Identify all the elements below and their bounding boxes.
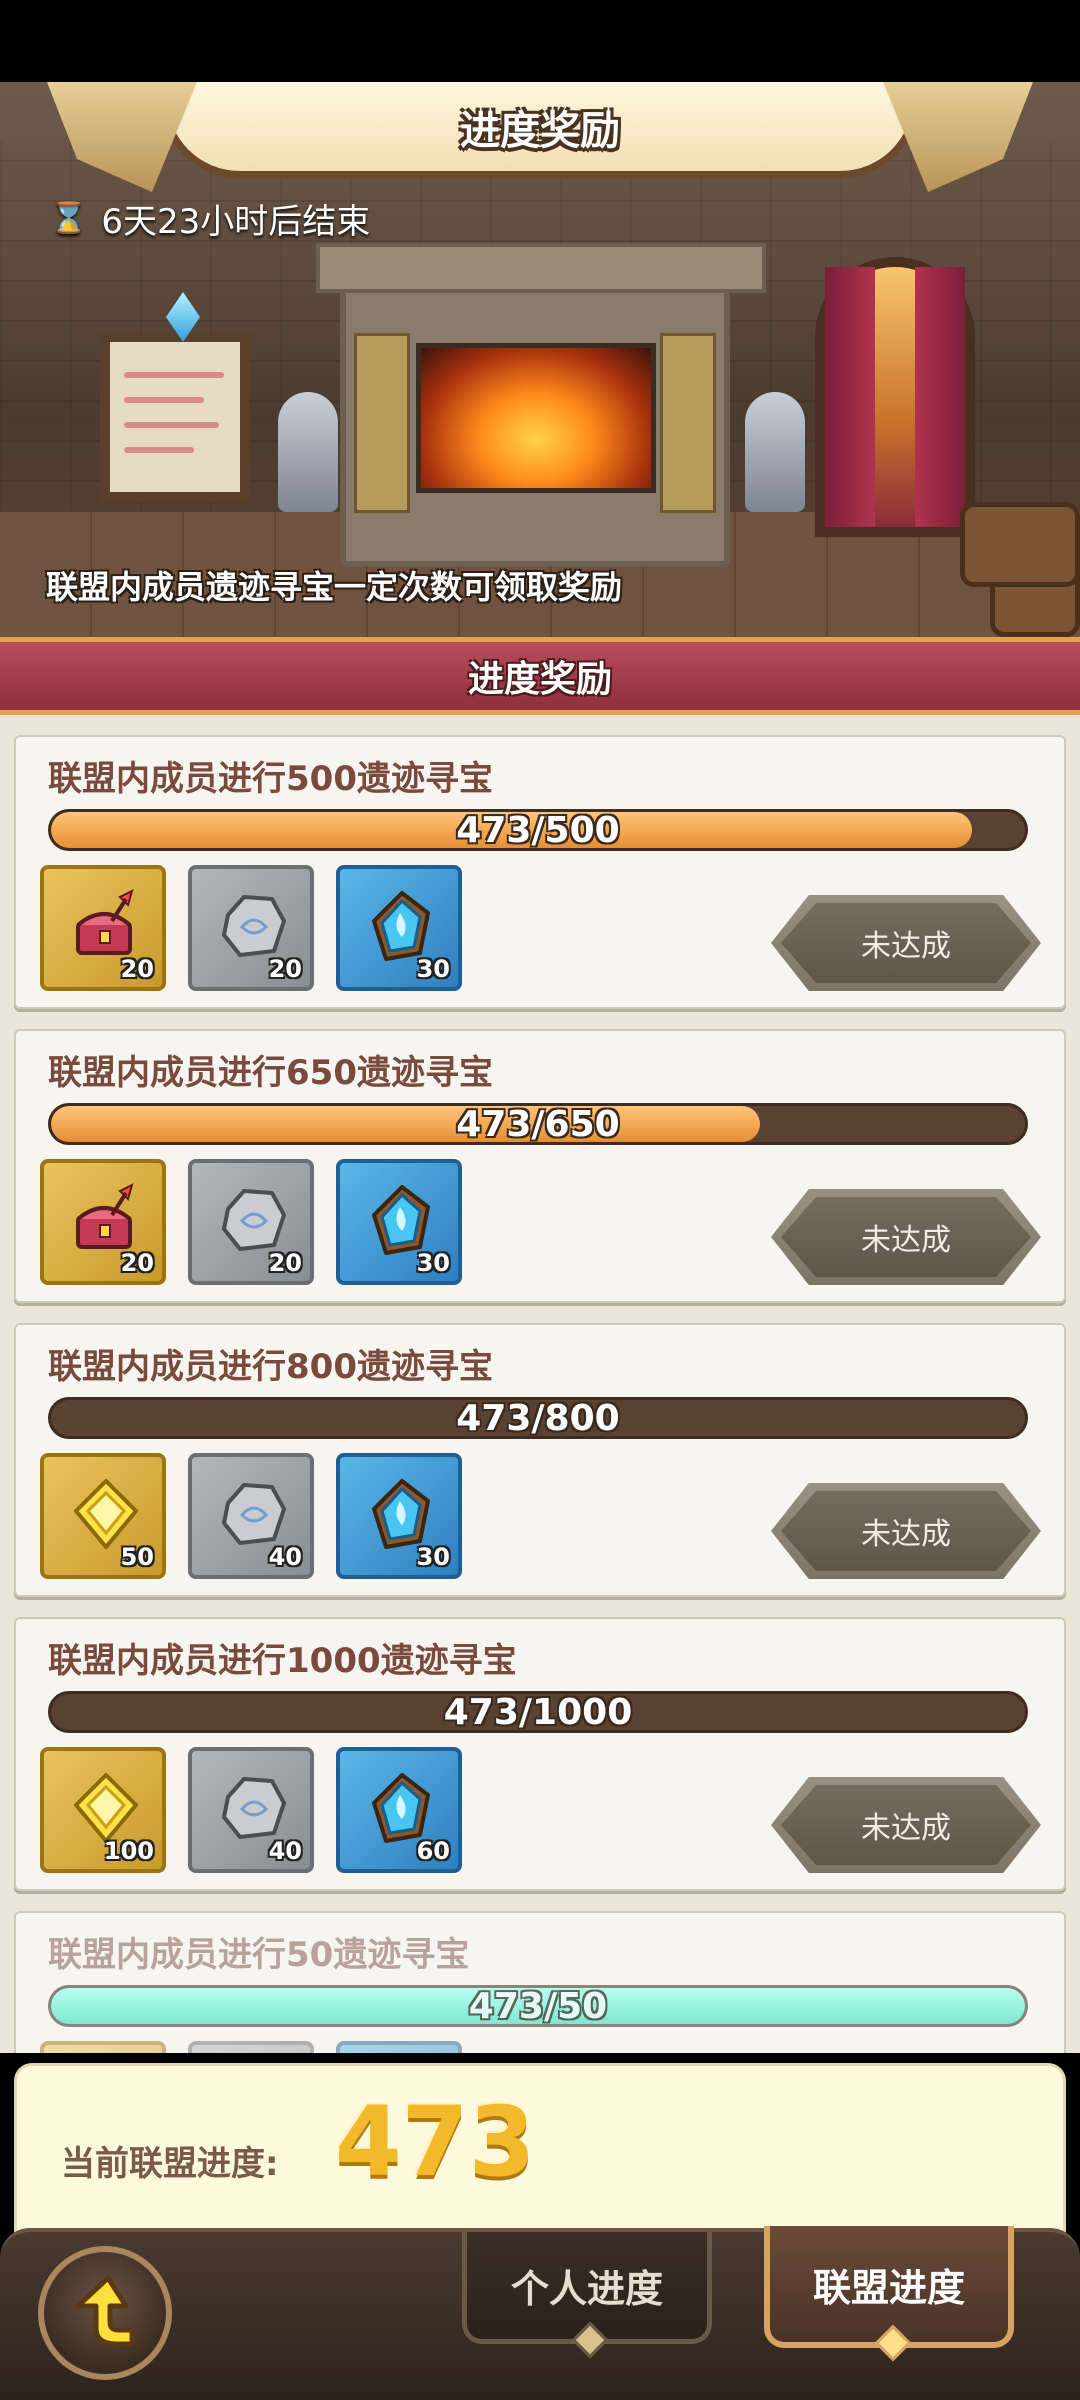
reward-count: 30: [416, 955, 450, 983]
reward-count: 20: [268, 955, 302, 983]
reward-item[interactable]: 20: [188, 1159, 314, 1285]
reward-list[interactable]: 联盟内成员进行500遗迹寻宝 473/500 20 20 30 未达成 联盟内成员进行650…: [0, 715, 1080, 2053]
progress-text: 473/500: [456, 809, 620, 851]
progress-text: 473/650: [456, 1103, 620, 1145]
reward-card: 联盟内成员进行50遗迹寻宝 473/50: [14, 1911, 1066, 2053]
noticeboard-art: [100, 292, 250, 502]
reward-card: 联盟内成员进行500遗迹寻宝 473/500 20 20 30 未达成: [14, 735, 1066, 1009]
alliance-progress-summary: 当前联盟进度: 473: [14, 2063, 1066, 2233]
progress-bar: 473/1000: [48, 1691, 1028, 1733]
pillar: [660, 333, 716, 513]
task-title: 联盟内成员进行650遗迹寻宝: [48, 1053, 493, 1093]
tab-label: 个人进度: [510, 2267, 663, 2311]
reward-item[interactable]: 30: [336, 1453, 462, 1579]
fire: [416, 343, 656, 493]
reward-count: 20: [268, 1249, 302, 1277]
reward-count: 30: [416, 1543, 450, 1571]
task-title: 联盟内成员进行800遗迹寻宝: [48, 1347, 493, 1387]
claim-status-button[interactable]: 未达成: [771, 895, 1041, 991]
fireplace-art: [316, 243, 766, 567]
claim-status-button[interactable]: 未达成: [771, 1483, 1041, 1579]
tab-personal-progress[interactable]: 个人进度: [462, 2232, 712, 2359]
reward-count: 40: [268, 1837, 302, 1865]
claim-status-button[interactable]: 未达成: [771, 1189, 1041, 1285]
reward-item[interactable]: 50: [40, 1453, 166, 1579]
status-label: 未达成: [861, 1517, 951, 1552]
section-title: 进度奖励: [467, 659, 612, 700]
progress-bar: 473/800: [48, 1397, 1028, 1439]
reward-item[interactable]: 20: [40, 1159, 166, 1285]
reward-item[interactable]: 20: [188, 865, 314, 991]
reward-card: 联盟内成员进行800遗迹寻宝 473/800 50 40 30 未达成: [14, 1323, 1066, 1597]
summary-label: 当前联盟进度:: [61, 2144, 279, 2184]
status-label: 未达成: [861, 1223, 951, 1258]
reward-item[interactable]: 100: [40, 1747, 166, 1873]
tab-label: 联盟进度: [812, 2265, 965, 2310]
reward-item[interactable]: 20: [40, 865, 166, 991]
status-label: 未达成: [861, 1811, 951, 1846]
back-button[interactable]: [38, 2246, 172, 2380]
notice-line: [124, 422, 219, 428]
progress-text: 473/1000: [443, 1691, 633, 1733]
progress-text: 473/800: [456, 1397, 620, 1439]
reward-count: 20: [120, 955, 154, 983]
reward-count: 30: [416, 1249, 450, 1277]
reward-item[interactable]: [40, 2041, 166, 2053]
claim-status-button[interactable]: 未达成: [771, 1777, 1041, 1873]
status-label: 未达成: [861, 929, 951, 964]
event-timer: ⌛ 6天23小时后结束: [50, 194, 370, 243]
page-title: 进度奖励: [460, 107, 620, 154]
reward-item[interactable]: 30: [336, 865, 462, 991]
timer-text: 6天23小时后结束: [101, 202, 371, 242]
knight-armor-art: [745, 392, 805, 512]
pillar: [354, 333, 410, 513]
reward-card: 联盟内成员进行1000遗迹寻宝 473/1000 100 40 60 未达成: [14, 1617, 1066, 1891]
reward-item[interactable]: [188, 2041, 314, 2053]
reward-count: 100: [103, 1837, 154, 1865]
reward-item[interactable]: 40: [188, 1747, 314, 1873]
notice-line: [124, 397, 204, 403]
tab-gem-icon: [571, 2321, 609, 2359]
task-title: 联盟内成员进行1000遗迹寻宝: [48, 1641, 517, 1681]
reward-item[interactable]: 60: [336, 1747, 462, 1873]
section-header: 进度奖励: [0, 637, 1080, 715]
reward-count: 50: [120, 1543, 154, 1571]
banner-header: 进度奖励: [47, 82, 920, 192]
curtain: [915, 267, 965, 527]
reward-count: 40: [268, 1543, 302, 1571]
status-bar: [0, 0, 1080, 82]
tab-alliance-progress[interactable]: 联盟进度: [764, 2226, 1014, 2362]
reward-card: 联盟内成员进行650遗迹寻宝 473/650 20 20 30 未达成: [14, 1029, 1066, 1303]
progress-text: 473/50: [468, 1985, 608, 2027]
footer-nav: 个人进度 联盟进度: [0, 2226, 1080, 2400]
progress-bar: 473/500: [48, 809, 1028, 851]
banner: 进度奖励 ⌛ 6天23小时后结束 联盟内成员遗迹寻宝一定次数可领取奖励: [0, 82, 1080, 637]
reward-item[interactable]: 30: [336, 1159, 462, 1285]
reward-item[interactable]: [336, 2041, 462, 2053]
tab-gem-icon: [874, 2324, 912, 2362]
progress-bar: 473/50: [48, 1985, 1028, 2027]
banner-description: 联盟内成员遗迹寻宝一定次数可领取奖励: [46, 568, 623, 606]
mantel: [316, 243, 766, 293]
knight-armor-art: [278, 392, 338, 512]
task-title: 联盟内成员进行50遗迹寻宝: [48, 1935, 470, 1975]
reward-item[interactable]: 40: [188, 1453, 314, 1579]
reward-count: 60: [416, 1837, 450, 1865]
curtain: [825, 267, 875, 527]
notice-line: [124, 372, 224, 378]
back-arrow-icon: [75, 2275, 135, 2347]
hourglass-icon: ⌛: [50, 201, 88, 236]
barrel-art: [960, 502, 1080, 587]
summary-value: 473: [335, 2086, 536, 2198]
notice-line: [124, 447, 194, 453]
task-title: 联盟内成员进行500遗迹寻宝: [48, 759, 493, 799]
reward-count: 20: [120, 1249, 154, 1277]
progress-bar: 473/650: [48, 1103, 1028, 1145]
curtained-door-art: [815, 257, 975, 537]
